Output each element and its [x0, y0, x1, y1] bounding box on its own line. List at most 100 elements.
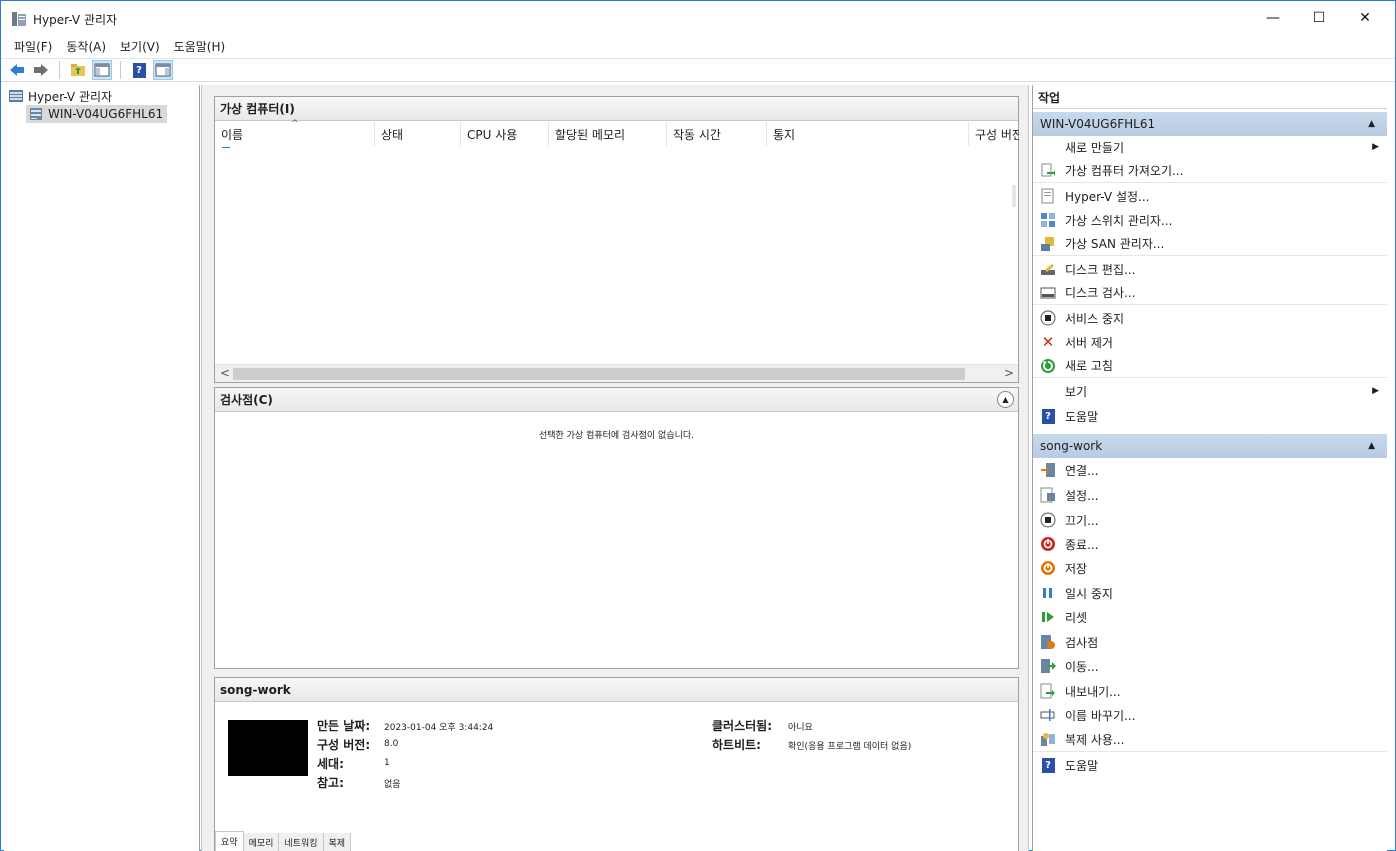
collapse-section-icon[interactable]: ▲: [1368, 441, 1375, 451]
action-label: 종료...: [1065, 537, 1099, 552]
save-icon: [1040, 560, 1056, 576]
no-checkpoints-message: 선택한 가상 컴퓨터에 검사점이 없습니다.: [538, 431, 695, 441]
column-state[interactable]: 상태: [375, 122, 461, 146]
actions-section-server-title: WIN-V04UG6FHL61: [1040, 117, 1156, 131]
collapse-icon[interactable]: ▲: [997, 391, 1014, 408]
virtual-san-icon: [1040, 236, 1056, 252]
maximize-button[interactable]: ☐: [1296, 1, 1342, 35]
tab-replication[interactable]: 복제: [323, 833, 352, 851]
remove-server-icon: ✕: [1041, 333, 1055, 351]
action-label: 서비스 중지: [1065, 311, 1125, 326]
show-hide-action-pane-icon[interactable]: [153, 60, 173, 80]
column-status[interactable]: 통지: [767, 122, 969, 146]
action-move[interactable]: 이동...: [1033, 654, 1387, 678]
column-name[interactable]: 이름: [215, 122, 375, 146]
menu-help[interactable]: 도움말(H): [167, 38, 233, 55]
generation-label: 세대:: [317, 757, 344, 771]
column-uptime[interactable]: 작동 시간: [667, 122, 767, 146]
action-reset[interactable]: 리셋: [1033, 605, 1387, 629]
server-icon: [30, 108, 42, 120]
help-icon[interactable]: ?: [129, 60, 149, 80]
action-virtual-san-manager[interactable]: 가상 SAN 관리자...: [1033, 232, 1387, 256]
export-icon: [1040, 683, 1056, 699]
action-shutdown[interactable]: 종료...: [1033, 532, 1387, 556]
close-button[interactable]: ✕: [1342, 1, 1388, 35]
title-bar: Hyper-V 관리자 — ☐ ✕: [1, 1, 1395, 35]
action-turn-off[interactable]: 끄기...: [1033, 508, 1387, 532]
action-label: 서버 제거: [1065, 335, 1113, 350]
forward-arrow-icon[interactable]: [31, 60, 51, 80]
show-hide-tree-icon[interactable]: [92, 60, 112, 80]
tab-memory[interactable]: 메모리: [243, 833, 280, 851]
column-config-version[interactable]: 구성 버전: [969, 122, 1019, 146]
actions-section-vm[interactable]: song-work ▲: [1033, 434, 1387, 458]
settings-page-icon: [1040, 188, 1056, 204]
hyperv-manager-window: Hyper-V 관리자 — ☐ ✕ 파일(F) 동작(A) 보기(V) 도움말(…: [0, 0, 1396, 851]
action-hyperv-settings[interactable]: Hyper-V 설정...: [1033, 184, 1387, 208]
vm-thumbnail[interactable]: [228, 720, 308, 776]
action-rename[interactable]: 이름 바꾸기...: [1033, 703, 1387, 727]
action-checkpoint[interactable]: 검사점: [1033, 630, 1387, 654]
back-arrow-icon[interactable]: [7, 60, 27, 80]
tab-summary[interactable]: 요약: [215, 831, 244, 851]
action-export[interactable]: 내보내기...: [1033, 679, 1387, 703]
action-help-vm[interactable]: ? 도움말: [1033, 753, 1387, 777]
vm-details-panel: song-work 만든 날짜: 2023-01-04 오후 3:44:24 구…: [214, 677, 1019, 851]
minimize-button[interactable]: —: [1250, 1, 1296, 35]
generation-value: 1: [384, 758, 390, 768]
action-label: 디스크 검사...: [1065, 286, 1136, 300]
created-value: 2023-01-04 오후 3:44:24: [384, 723, 494, 733]
heartbeat-value: 확인(응용 프로그램 데이터 없음): [788, 742, 912, 752]
action-view[interactable]: 보기 ▶: [1033, 379, 1387, 403]
action-remove-server[interactable]: ✕ 서버 제거: [1033, 330, 1387, 354]
action-virtual-switch-manager[interactable]: 가상 스위치 관리자...: [1033, 208, 1387, 232]
scrollbar-thumb[interactable]: [233, 368, 965, 380]
action-connect[interactable]: 연결...: [1033, 458, 1387, 482]
scroll-left-button[interactable]: <: [220, 366, 230, 380]
column-assigned-memory[interactable]: 할당된 메모리: [549, 122, 667, 146]
action-new[interactable]: 새로 만들기 ▶: [1033, 135, 1387, 159]
action-label: 새로 만들기: [1065, 140, 1125, 155]
horizontal-scrollbar[interactable]: < >: [215, 364, 1018, 382]
menu-view[interactable]: 보기(V): [113, 38, 167, 55]
action-pause[interactable]: 일시 중지: [1033, 581, 1387, 605]
scroll-right-button[interactable]: >: [1004, 366, 1014, 380]
action-label: 새로 고침: [1065, 359, 1113, 373]
stop-service-icon: [1040, 310, 1056, 326]
action-refresh[interactable]: 새로 고침: [1033, 354, 1387, 378]
action-label: 리셋: [1065, 610, 1088, 625]
vm-details-tabs: 요약 메모리 네트워킹 복제: [215, 831, 352, 851]
action-label: 도움말: [1065, 758, 1099, 773]
up-folder-icon[interactable]: [68, 60, 88, 80]
action-label: Hyper-V 설정...: [1065, 189, 1150, 204]
action-label: 끄기...: [1065, 513, 1099, 528]
vm-details-header: song-work: [215, 678, 1018, 702]
action-enable-replication[interactable]: 복제 사용...: [1033, 728, 1387, 752]
action-stop-service[interactable]: 서비스 중지: [1033, 306, 1387, 330]
focus-indicator: [222, 147, 230, 148]
action-save[interactable]: 저장: [1033, 556, 1387, 580]
import-vm-icon: [1040, 163, 1056, 179]
config-version-label: 구성 버전:: [317, 738, 371, 752]
action-edit-disk[interactable]: 디스크 편집...: [1033, 257, 1387, 281]
action-vm-settings[interactable]: 설정...: [1033, 483, 1387, 507]
actions-section-server[interactable]: WIN-V04UG6FHL61 ▲: [1033, 112, 1387, 136]
column-cpu-usage[interactable]: CPU 사용: [461, 122, 549, 146]
action-label: 가상 컴퓨터 가져오기...: [1065, 164, 1184, 178]
action-help-server[interactable]: ? 도움말: [1033, 404, 1387, 428]
toolbar-separator: [59, 61, 60, 79]
tab-networking[interactable]: 네트워킹: [279, 833, 324, 851]
turn-off-icon: [1040, 512, 1056, 528]
action-import-vm[interactable]: 가상 컴퓨터 가져오기...: [1033, 159, 1387, 183]
menu-file[interactable]: 파일(F): [7, 38, 59, 55]
checkpoints-title: 검사점(C): [220, 393, 273, 407]
clustered-label: 클러스터됨:: [712, 719, 772, 733]
hyperv-app-icon: [12, 12, 26, 26]
connect-icon: [1040, 462, 1056, 478]
reset-icon: [1040, 609, 1056, 625]
collapse-section-icon[interactable]: ▲: [1368, 119, 1375, 129]
tree-item-server[interactable]: WIN-V04UG6FHL61: [26, 105, 168, 123]
tree-root-hyperv-manager[interactable]: Hyper-V 관리자: [8, 87, 112, 105]
menu-action[interactable]: 동작(A): [59, 38, 113, 55]
action-inspect-disk[interactable]: 디스크 검사...: [1033, 281, 1387, 305]
